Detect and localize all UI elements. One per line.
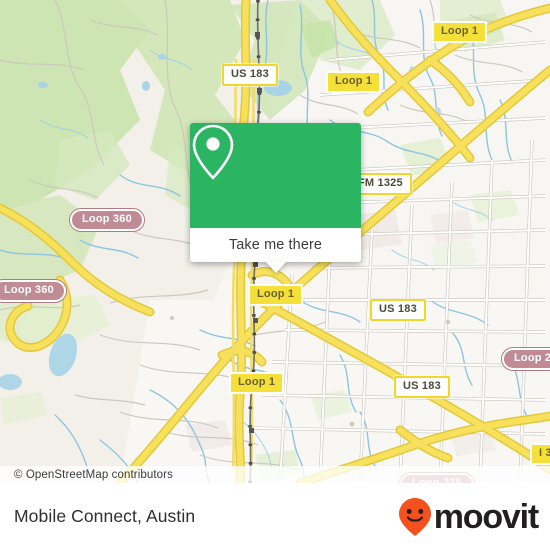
take-me-there-label: Take me there [228,237,323,253]
road-shield-loop-1-upper: Loop 1 [326,71,382,93]
popup-pointer-tail [265,261,287,273]
place-title-text: Mobile Connect, Austin [14,506,196,526]
road-shield-loop-1-mid: Loop 1 [248,284,304,306]
road-shield-us-183-top: US 183 [222,64,278,86]
road-shield-loop-360-left: Loop 360 [0,280,66,302]
location-popup-card[interactable]: Take me there [190,123,361,273]
map-attribution-bar: © OpenStreetMap contributors [0,466,550,483]
bottom-info-bar: Mobile Connect, Austin moovit [0,483,550,550]
road-shield-loop-275-right: Loop 275 [502,348,550,370]
osm-attribution-text[interactable]: © OpenStreetMap contributors [0,469,173,481]
popup-footer[interactable]: Take me there [190,228,361,262]
road-shield-us-183-lower: US 183 [394,376,450,398]
map-canvas[interactable]: Loop 1 US 183 Loop 1 FM 1325 Loop 360 Lo… [0,0,550,483]
road-shield-us-183-mid: US 183 [370,299,426,321]
road-shield-i-35: I 35 [530,443,550,465]
moovit-pin-icon [398,497,431,536]
moovit-logo[interactable]: moovit [398,483,539,550]
road-shield-loop-360-upper: Loop 360 [70,209,144,231]
popup-header [190,123,361,228]
map-pin-icon [192,124,234,180]
screenshot-root: Loop 1 US 183 Loop 1 FM 1325 Loop 360 Lo… [0,0,550,550]
moovit-wordmark: moovit [433,497,539,536]
place-title: Mobile Connect, Austin [14,483,195,550]
road-shield-loop-1-top: Loop 1 [432,21,488,43]
road-shield-loop-1-lower: Loop 1 [229,372,285,394]
